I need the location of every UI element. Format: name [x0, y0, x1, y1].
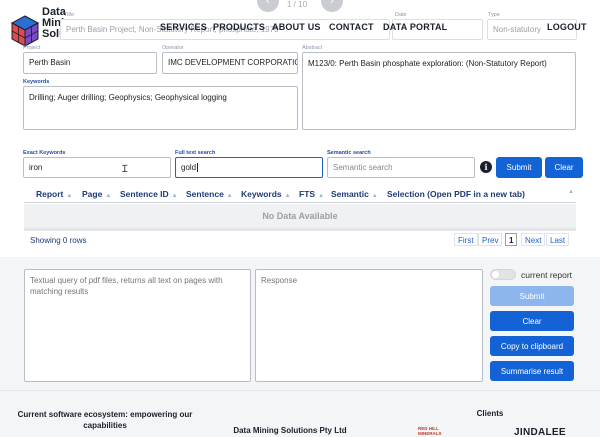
footer-ecosystem-text: Current software ecosystem: empowering o… [17, 410, 193, 430]
col-sentence-id[interactable]: Sentence ID ▲ [120, 189, 178, 199]
exact-keywords-input[interactable]: iron Ɪ [23, 157, 171, 178]
response-textarea[interactable] [255, 269, 483, 382]
pdf-query-textarea[interactable] [24, 269, 251, 382]
keywords-textarea[interactable] [23, 86, 298, 130]
current-report-toggle[interactable] [490, 269, 516, 280]
info-icon[interactable]: i [480, 161, 492, 173]
sort-icon: ▲ [105, 193, 112, 199]
col-selection[interactable]: Selection (Open PDF in a new tab) [387, 189, 525, 199]
page-first-button[interactable]: First [454, 233, 478, 246]
col-semantic[interactable]: Semantic ▲ [331, 189, 378, 199]
page-prev-button[interactable]: Prev [478, 233, 503, 246]
no-data-message: No Data Available [24, 204, 576, 228]
response-clear-button[interactable]: Clear [490, 311, 574, 331]
client-logo-red-hill: RED HILL MINERALS [418, 426, 442, 436]
col-page[interactable]: Page ▲ [82, 189, 111, 199]
page-current-button[interactable]: 1 [505, 233, 518, 246]
col-report[interactable]: Report ▲ [36, 189, 72, 199]
nav-data-portal[interactable]: DATA PORTAL [383, 22, 447, 32]
cube-logo-icon [10, 15, 40, 47]
search-clear-button[interactable]: Clear [545, 157, 583, 178]
operator-label: Operator [162, 45, 184, 51]
copy-to-clipboard-button[interactable]: Copy to clipboard [490, 336, 574, 356]
footer-company-name: Data Mining Solutions Pty Ltd [233, 426, 347, 435]
full-text-value: gold [181, 163, 197, 172]
pager-indicator: 1 / 10 [287, 0, 308, 9]
client-logo-jindalee: JINDALEE [514, 427, 566, 437]
semantic-search-input[interactable] [327, 157, 475, 178]
page-last-button[interactable]: Last [546, 233, 570, 246]
semantic-label: Semantic search [327, 150, 371, 156]
nav-about-us[interactable]: ABOUT US [272, 22, 321, 32]
current-report-label: current report [521, 270, 573, 280]
keywords-label: Keywords [23, 79, 50, 85]
sort-icon: ▲ [66, 193, 73, 199]
page-next-button[interactable]: Next [521, 233, 546, 246]
sort-icon: ▲ [226, 193, 233, 199]
summarise-result-button[interactable]: Summarise result [490, 361, 574, 381]
text-cursor-icon: Ɪ [122, 164, 128, 175]
abstract-label: Abstract [302, 45, 323, 51]
abstract-textarea[interactable] [302, 52, 576, 130]
nav-logout[interactable]: LOGOUT [547, 22, 587, 32]
sort-icon: ▲ [284, 193, 291, 199]
caret [197, 163, 199, 172]
nav-products[interactable]: PRODUCTS [213, 22, 265, 32]
type-label: Type [488, 12, 500, 18]
col-keywords[interactable]: Keywords ▲ [241, 189, 291, 199]
exact-keywords-label: Exact Keywords [23, 150, 66, 156]
date-label: Date [395, 12, 407, 18]
project-field[interactable]: Perth Basin [23, 52, 157, 74]
table-horizontal-scrollbar[interactable] [24, 228, 576, 231]
col-fts[interactable]: FTS ▲ [299, 189, 324, 199]
results-table-header: Report ▲ Page ▲ Sentence ID ▲ Sentence ▲ Key… [24, 186, 576, 203]
nav-services[interactable]: SERVICES [160, 22, 207, 32]
search-submit-button[interactable]: Submit [496, 157, 542, 178]
full-text-label: Full text search [175, 150, 216, 156]
project-label: Project [23, 45, 41, 51]
sort-icon: ▲ [318, 193, 325, 199]
footer-clients-heading: Clients [476, 409, 504, 418]
exact-keywords-value: iron [29, 163, 43, 172]
title-label: Title [64, 12, 75, 18]
nav-contact[interactable]: CONTACT [329, 22, 374, 32]
sort-icon[interactable]: ▲ [568, 189, 574, 195]
operator-field[interactable]: IMC DEVELOPMENT CORPORATION [162, 52, 298, 74]
chevron-right-icon: › [330, 0, 334, 7]
rows-count: Showing 0 rows [30, 236, 87, 245]
full-text-input[interactable]: gold [175, 157, 323, 178]
sort-icon: ▲ [171, 193, 178, 199]
chevron-left-icon: ‹ [266, 0, 270, 7]
sort-icon: ▲ [371, 193, 378, 199]
response-submit-button[interactable]: Submit [490, 286, 574, 306]
col-sentence[interactable]: Sentence ▲ [186, 189, 233, 199]
